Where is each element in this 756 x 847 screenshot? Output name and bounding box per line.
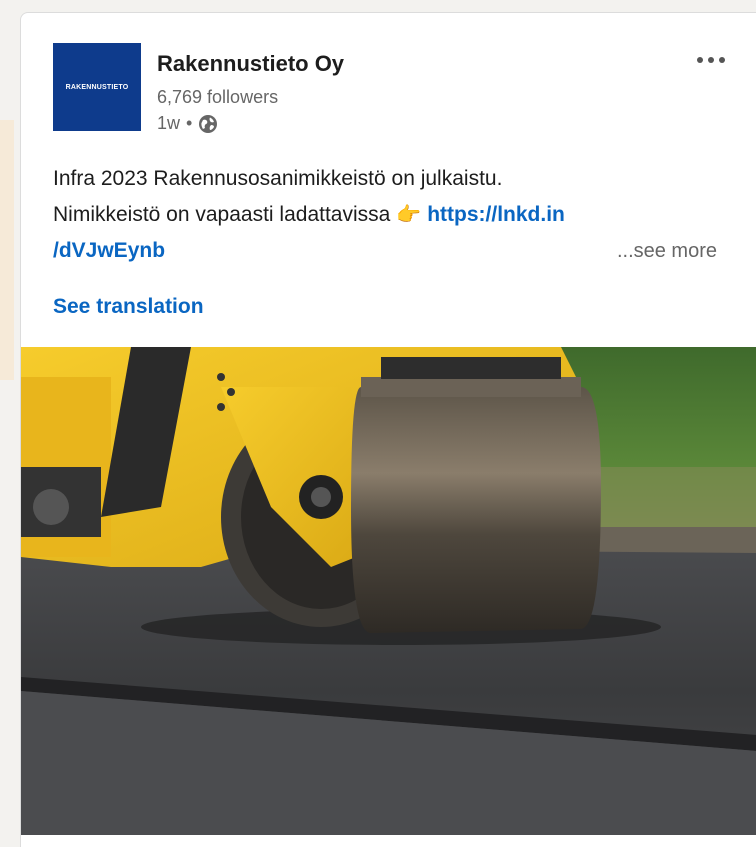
globe-icon	[199, 114, 218, 133]
meta-separator: •	[186, 113, 193, 133]
logo-text: RAKENNUSTIETO	[65, 83, 129, 91]
post-body: Infra 2023 Rakennusosanimikkeistö on jul…	[53, 161, 717, 269]
post-text-line-2: Nimikkeistö on vapaasti ladattavissa 👉 htt…	[53, 197, 717, 233]
see-translation-button[interactable]: See translation	[53, 295, 204, 319]
post-header: RAKENNUSTIETO Rakennustieto Oy 6,769 fol…	[53, 43, 756, 143]
see-more-button[interactable]: ...see more	[617, 233, 717, 269]
follower-count: 6,769 followers	[157, 87, 279, 107]
background-accent	[0, 120, 14, 380]
post-card: RAKENNUSTIETO Rakennustieto Oy 6,769 fol…	[20, 12, 756, 847]
post-link-part-2[interactable]: /dVJwEynb	[53, 239, 165, 262]
post-time: 1w	[157, 113, 181, 133]
post-link-part-1[interactable]: https://lnkd.in	[427, 203, 565, 226]
pointing-right-emoji: 👉	[396, 204, 422, 226]
post-image[interactable]	[21, 347, 756, 835]
company-logo[interactable]: RAKENNUSTIETO	[53, 43, 141, 131]
more-options-icon[interactable]	[697, 57, 725, 63]
post-meta: 1w •	[157, 113, 218, 134]
post-text-line-2-text: Nimikkeistö on vapaasti ladattavissa	[53, 203, 391, 226]
author-name[interactable]: Rakennustieto Oy	[157, 51, 344, 77]
post-text-line-1: Infra 2023 Rakennusosanimikkeistö on jul…	[53, 167, 503, 190]
